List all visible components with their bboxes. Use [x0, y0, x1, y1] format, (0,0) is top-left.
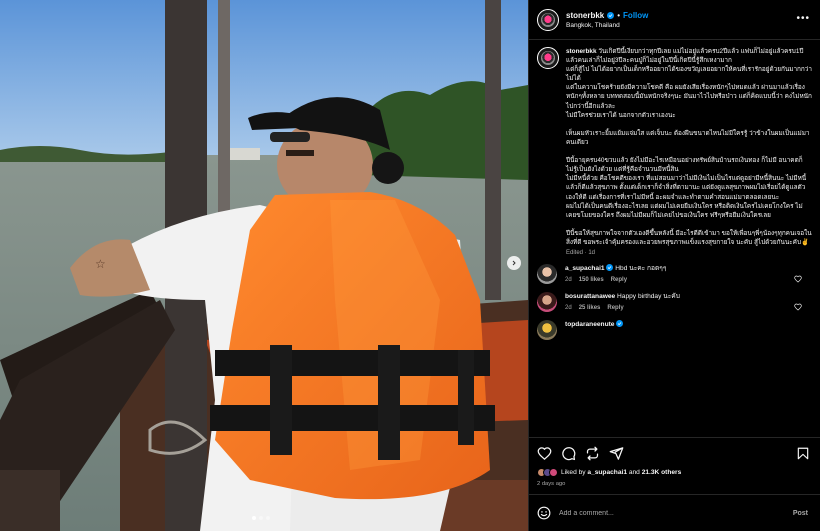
- chevron-right-icon: [512, 260, 516, 266]
- carousel-dot: [266, 516, 270, 520]
- bookmark-icon[interactable]: [796, 446, 810, 461]
- comment-input[interactable]: [559, 509, 793, 517]
- comment-item: a_supachai1 Hbd นะคะ กอดๆๆ 2d 150 likes Re…: [537, 264, 812, 285]
- svg-text:☆: ☆: [95, 257, 106, 271]
- post-time[interactable]: 2 days ago: [537, 481, 812, 487]
- likes-prefix: Liked by: [561, 469, 586, 476]
- comment-username[interactable]: a_supachai1: [565, 265, 605, 272]
- carousel-dot: [259, 516, 263, 520]
- edited-label: Edited · 1d: [566, 250, 596, 257]
- carousel-dot: [252, 516, 256, 520]
- comment-text: Happy birthday นะคับ: [617, 293, 680, 301]
- comment-text: Hbd นะคะ กอดๆๆ: [615, 265, 667, 273]
- likes-count[interactable]: 21.3K others: [642, 469, 682, 476]
- post-username[interactable]: stonerbkk: [566, 11, 604, 20]
- comment-age[interactable]: 2d: [565, 277, 572, 283]
- comment-likes[interactable]: 25 likes: [579, 305, 601, 311]
- heart-icon[interactable]: [794, 270, 802, 288]
- caption-text: stonerbkk วันเกิดปีนี้เงียบกว่าทุกปีเลย …: [566, 47, 812, 247]
- reply-button[interactable]: Reply: [607, 305, 623, 311]
- avatar[interactable]: [537, 47, 559, 69]
- avatar[interactable]: [537, 8, 559, 31]
- post-photo[interactable]: ☆: [0, 0, 528, 531]
- comment-bar: Post: [529, 494, 820, 531]
- avatar[interactable]: [537, 264, 557, 285]
- post-location[interactable]: Bangkok, Thailand: [566, 22, 648, 29]
- comment-icon[interactable]: [561, 446, 576, 461]
- post-side-panel: stonerbkk • Follow Bangkok, Thailand •••…: [528, 0, 820, 531]
- caption-body: วันเกิดปีนี้เงียบกว่าทุกปีเลย แม่ไม่อยู่…: [566, 48, 812, 246]
- emoji-icon[interactable]: [537, 506, 551, 520]
- caption-username[interactable]: stonerbkk: [566, 48, 597, 55]
- dot-separator: •: [617, 10, 621, 20]
- repost-icon[interactable]: [585, 446, 600, 461]
- comment-age[interactable]: 2d: [565, 305, 572, 311]
- verified-icon: [607, 11, 615, 19]
- share-icon[interactable]: [609, 446, 624, 461]
- likes-user[interactable]: a_supachai1: [587, 469, 627, 476]
- avatar[interactable]: [537, 292, 557, 313]
- verified-icon: [616, 320, 624, 328]
- post-comment-button[interactable]: Post: [793, 510, 808, 517]
- post-actions: Liked by a_supachai1 and 21.3K others 2 …: [529, 437, 820, 494]
- comments-scroll-area[interactable]: stonerbkk วันเกิดปีนี้เงียบกว่าทุกปีเลย …: [529, 41, 820, 437]
- comment-item: bosurattanawee Happy birthday นะคับ 2d 25…: [537, 292, 812, 313]
- post-header: stonerbkk • Follow Bangkok, Thailand •••: [529, 0, 820, 40]
- comment-likes[interactable]: 150 likes: [579, 277, 604, 283]
- liker-avatars: [537, 468, 558, 477]
- comment-username[interactable]: bosurattanawee: [565, 293, 615, 300]
- reply-button[interactable]: Reply: [611, 277, 627, 283]
- heart-icon[interactable]: [537, 446, 552, 461]
- likes-summary[interactable]: Liked by a_supachai1 and 21.3K others: [537, 468, 812, 477]
- carousel-dots: [252, 516, 270, 520]
- follow-button[interactable]: Follow: [623, 11, 648, 20]
- comment-username[interactable]: topdaraneenute: [565, 321, 614, 328]
- avatar[interactable]: [537, 320, 557, 341]
- comment-item: topdaraneenute: [537, 320, 812, 341]
- more-options-button[interactable]: •••: [796, 14, 810, 24]
- photo-image: ☆: [0, 0, 528, 531]
- heart-icon[interactable]: [794, 298, 802, 316]
- likes-and: and: [628, 469, 640, 476]
- carousel-next-button[interactable]: [507, 256, 521, 270]
- verified-icon: [606, 264, 614, 272]
- post-caption: stonerbkk วันเกิดปีนี้เงียบกว่าทุกปีเลย …: [537, 47, 812, 256]
